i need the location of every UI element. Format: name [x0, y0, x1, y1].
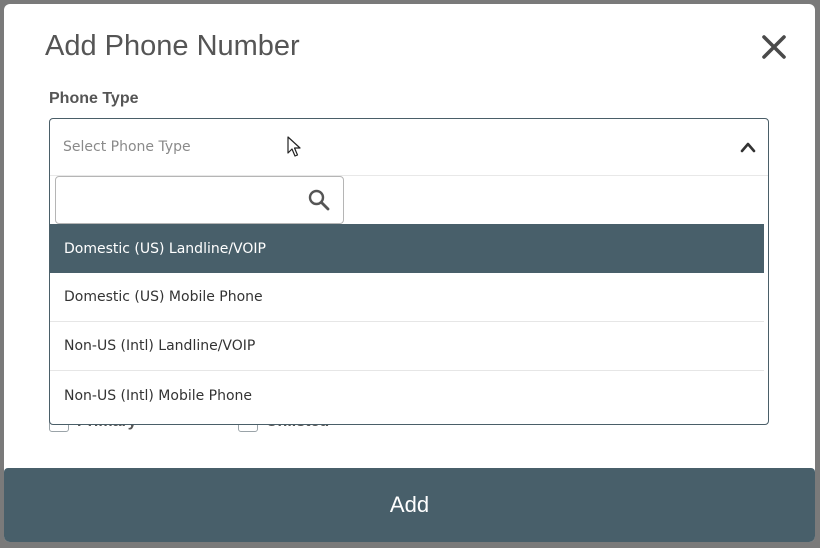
option-domestic-landline[interactable]: Domestic (US) Landline/VOIP	[50, 224, 764, 273]
search-input[interactable]	[62, 183, 306, 219]
chevron-up-icon[interactable]	[740, 140, 756, 154]
phone-type-select-toggle[interactable]: Select Phone Type	[50, 119, 768, 176]
add-button[interactable]: Add	[4, 468, 815, 542]
phone-type-select[interactable]: Select Phone Type Domestic (US) Landline…	[49, 118, 769, 425]
option-intl-landline[interactable]: Non-US (Intl) Landline/VOIP	[50, 322, 764, 371]
add-phone-dialog: Add Phone Number Phone Type Primary Unli…	[4, 4, 815, 542]
option-domestic-mobile[interactable]: Domestic (US) Mobile Phone	[50, 273, 764, 322]
phone-type-options: Domestic (US) Landline/VOIP Domestic (US…	[50, 224, 764, 420]
select-placeholder: Select Phone Type	[63, 139, 191, 155]
phone-type-label: Phone Type	[49, 90, 139, 107]
option-intl-mobile[interactable]: Non-US (Intl) Mobile Phone	[50, 371, 764, 420]
close-icon	[762, 35, 786, 59]
phone-type-search[interactable]	[55, 176, 344, 224]
close-button[interactable]	[758, 31, 790, 63]
dialog-title: Add Phone Number	[45, 30, 300, 62]
mouse-cursor-icon	[287, 136, 301, 157]
search-icon	[308, 189, 330, 211]
